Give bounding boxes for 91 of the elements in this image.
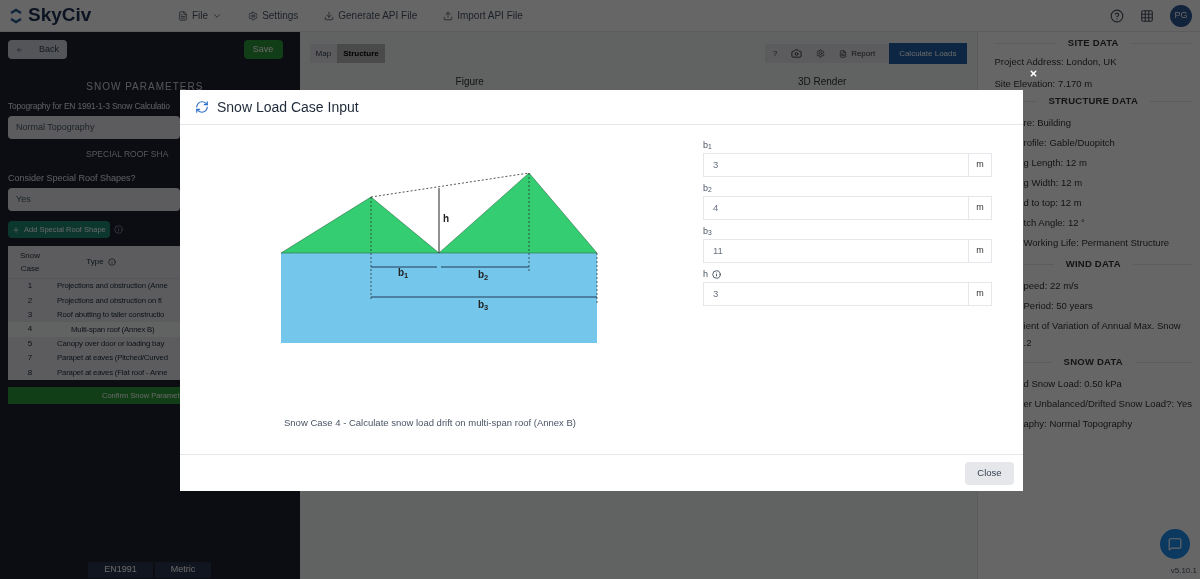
field-label: Consider Special Roof Shapes? bbox=[8, 171, 136, 185]
view-tab[interactable]: Structure bbox=[337, 44, 385, 63]
apps-grid-icon[interactable] bbox=[1140, 8, 1154, 23]
menu-item[interactable]: Generate API File bbox=[324, 8, 418, 23]
close-button[interactable]: Close bbox=[965, 461, 1014, 485]
data-line: Project Address: London, UK bbox=[994, 55, 1117, 69]
data-line: aphy: Normal Topography bbox=[1022, 417, 1133, 431]
dimension-label: b$_{1}$ bbox=[398, 267, 409, 278]
unit-label: m bbox=[968, 240, 991, 262]
unit-label: m bbox=[968, 283, 991, 305]
menu-item[interactable]: File bbox=[178, 8, 223, 23]
field-label: b$_{2}$ bbox=[703, 181, 712, 196]
input-value: 4 bbox=[712, 200, 720, 215]
menu-item[interactable]: Import API File bbox=[443, 8, 523, 23]
info-icon bbox=[113, 225, 123, 234]
data-line: er Unbalanced/Drifted Snow Load?: Yes bbox=[1022, 397, 1192, 411]
gear-icon bbox=[248, 10, 259, 21]
logo-text[interactable]: SkyCiv bbox=[28, 1, 92, 30]
back-button[interactable]: Back bbox=[8, 40, 67, 59]
section-heading: SPECIAL ROOF SHA bbox=[86, 147, 169, 161]
report-button[interactable]: Report bbox=[839, 47, 876, 60]
data-line: Site Elevation: 7.170 m bbox=[994, 78, 1093, 90]
field-label: b$_{3}$ bbox=[703, 224, 712, 239]
table-cell-text: 8 bbox=[26, 366, 34, 379]
field-label: h bbox=[703, 267, 708, 281]
panel-title: Figure bbox=[455, 75, 484, 89]
file-icon bbox=[178, 10, 188, 21]
section-heading: SITE DATA bbox=[1067, 36, 1119, 51]
input-field[interactable]: 3 m bbox=[703, 282, 992, 306]
data-line: .2 bbox=[1022, 336, 1032, 350]
input-value: 3 bbox=[712, 286, 720, 301]
dimension-label: h bbox=[443, 213, 450, 224]
data-line: rofile: Gable/Duopitch bbox=[1022, 136, 1115, 150]
arrow-left-icon bbox=[16, 44, 23, 55]
data-line: d to top: 12 m bbox=[1022, 196, 1082, 210]
data-line: Period: 50 years bbox=[1022, 299, 1093, 313]
field-label: Topography for EN 1991-1-3 Snow Calculatio bbox=[8, 100, 170, 113]
footer-tab[interactable]: Metric bbox=[154, 562, 212, 578]
menu-item[interactable]: Settings bbox=[248, 8, 299, 23]
dimension-label: b$_{3}$ bbox=[478, 299, 489, 310]
refresh-icon bbox=[195, 100, 209, 114]
file-icon bbox=[839, 49, 848, 58]
unit-label: m bbox=[968, 197, 991, 219]
help-button[interactable]: ? bbox=[772, 47, 778, 60]
chat-icon bbox=[1168, 537, 1182, 551]
modal-title: Snow Load Case Input bbox=[217, 97, 359, 117]
calculate-loads-button[interactable]: Calculate Loads bbox=[889, 43, 967, 64]
data-line: Working Life: Permanent Structure bbox=[1022, 236, 1170, 250]
diagram-caption: Snow Case 4 - Calculate snow load drift on multi-span roof (Annex B) bbox=[284, 416, 576, 430]
info-icon bbox=[107, 258, 116, 266]
input-field[interactable]: 3 m bbox=[703, 153, 992, 177]
column-header: Snow Case bbox=[19, 250, 41, 275]
dimension-label: b$_{2}$ bbox=[478, 269, 489, 280]
section-heading: WIND DATA bbox=[1065, 257, 1121, 272]
table-cell-text: 5 bbox=[26, 337, 34, 350]
close-icon[interactable] bbox=[1029, 69, 1038, 78]
unit-label: m bbox=[968, 154, 991, 176]
data-line: g Length: 12 m bbox=[1022, 156, 1087, 170]
upload-icon bbox=[443, 10, 454, 21]
view-tab[interactable]: Map bbox=[309, 44, 338, 63]
table-cell-text: 4 bbox=[26, 323, 34, 336]
input-value: 11 bbox=[712, 243, 724, 258]
input-field[interactable]: 4 m bbox=[703, 196, 992, 220]
input-field[interactable]: 11 m bbox=[703, 239, 992, 263]
user-avatar[interactable]: PG bbox=[1170, 4, 1192, 27]
column-header: Type bbox=[86, 256, 104, 268]
table-cell-text: 3 bbox=[26, 308, 34, 321]
field-label: b$_{1}$ bbox=[703, 138, 712, 153]
section-heading: SNOW DATA bbox=[1063, 355, 1123, 370]
section-heading: SNOW PARAMETERS bbox=[85, 80, 205, 94]
settings-icon[interactable] bbox=[816, 49, 826, 58]
footer-tab[interactable]: EN1991 bbox=[88, 562, 153, 578]
data-line: re: Building bbox=[1022, 116, 1072, 130]
save-button[interactable]: Save bbox=[243, 40, 283, 59]
help-icon[interactable] bbox=[1110, 8, 1124, 23]
data-line: tch Angle: 12 ° bbox=[1022, 216, 1085, 230]
section-heading: STRUCTURE DATA bbox=[1048, 94, 1139, 109]
table-cell-text: 2 bbox=[26, 294, 34, 307]
input-value: 3 bbox=[712, 157, 720, 172]
logo-icon bbox=[8, 7, 24, 24]
version-label: v5.10.1 bbox=[1170, 565, 1197, 577]
table-cell-text: 1 bbox=[26, 280, 34, 293]
panel-title: 3D Render bbox=[797, 75, 847, 89]
plus-icon bbox=[12, 225, 20, 234]
data-line: ient of Variation of Annual Max. Snow bbox=[1022, 319, 1181, 333]
download-icon bbox=[324, 10, 335, 21]
data-line: d Snow Load: 0.50 kPa bbox=[1022, 377, 1122, 391]
data-line: g Width: 12 m bbox=[1022, 176, 1083, 190]
table-cell-text: 7 bbox=[26, 352, 34, 365]
chat-button[interactable] bbox=[1160, 529, 1190, 559]
data-line: peed: 22 m/s bbox=[1022, 279, 1079, 293]
